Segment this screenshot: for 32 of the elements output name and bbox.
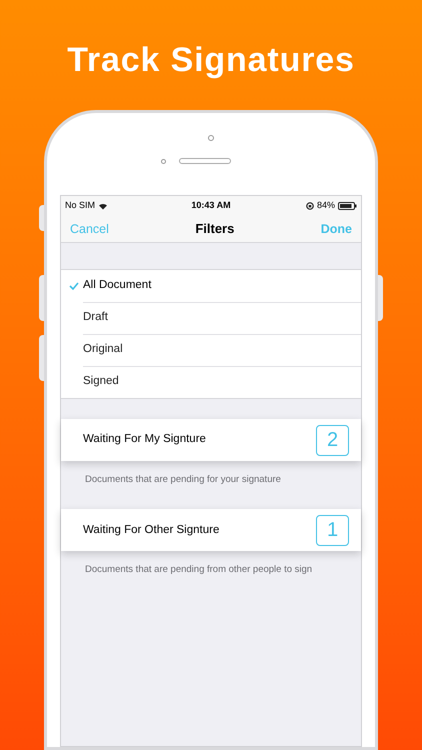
filter-label: Draft <box>83 310 108 326</box>
filter-card[interactable]: Waiting For Other Signture 1 <box>61 509 361 552</box>
checkmark-icon <box>69 282 79 290</box>
screen-title: Filters <box>195 220 234 238</box>
clock-label: 10:43 AM <box>191 199 231 212</box>
card-title: Waiting For Other Signture <box>83 522 220 538</box>
filter-label: Signed <box>83 374 119 390</box>
filter-row[interactable]: All Document <box>61 270 361 302</box>
battery-label: 84% <box>316 199 335 212</box>
filter-row[interactable]: Signed <box>61 366 361 398</box>
phone-button-icon <box>39 335 44 381</box>
battery-icon <box>338 202 357 210</box>
filter-label: All Document <box>83 278 152 294</box>
filter-card[interactable]: Waiting For My Signture 2 <box>61 419 361 461</box>
phone-button-icon <box>378 275 383 321</box>
camera-icon <box>208 135 214 141</box>
speaker-icon <box>179 158 231 164</box>
count-badge: 2 <box>316 424 349 456</box>
sensor-icon <box>161 158 166 164</box>
filter-row[interactable]: Draft <box>61 302 361 334</box>
filter-label: Original <box>83 342 123 358</box>
section-footer: Documents that are pending for your signature <box>61 461 361 510</box>
lock-rotation-icon <box>306 202 314 210</box>
filter-row[interactable]: Original <box>61 334 361 366</box>
headline: Track Signatures <box>67 40 355 80</box>
wifi-icon <box>98 202 108 210</box>
section-footer: Documents that are pending from other people to sign <box>61 551 361 600</box>
phone-button-icon <box>39 275 44 321</box>
card-title: Waiting For My Signture <box>83 432 206 448</box>
phone-button-icon <box>39 205 44 231</box>
carrier-label: No SIM <box>65 199 96 212</box>
count-badge: 1 <box>316 514 349 546</box>
